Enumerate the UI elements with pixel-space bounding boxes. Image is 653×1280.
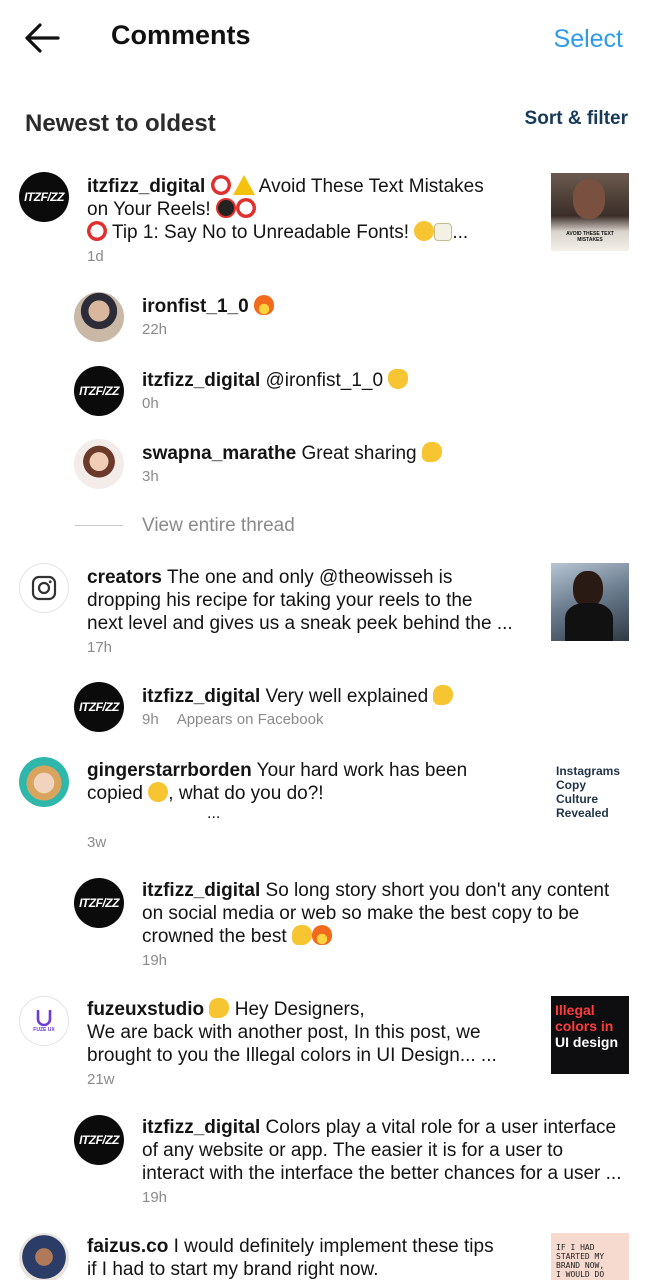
clap-icon bbox=[421, 442, 442, 462]
avatar[interactable] bbox=[19, 563, 69, 613]
no-entry-icon bbox=[235, 198, 256, 218]
comment-time: 0h bbox=[142, 395, 159, 412]
page-title: Comments bbox=[111, 20, 251, 50]
avatar[interactable]: ITZF/ZZ bbox=[19, 172, 69, 222]
reply[interactable]: swapna_marathe Great sharing 3h bbox=[0, 437, 653, 492]
post-thumbnail[interactable]: Illegal colors in UI design bbox=[551, 996, 629, 1074]
reply[interactable]: ITZF/ZZ itzfizz_digital Very well explai… bbox=[0, 680, 653, 735]
comment-body: itzfizz_digital Colors play a vital role… bbox=[142, 1117, 622, 1184]
comment[interactable]: ITZF/ZZ itzfizz_digital Avoid These Text… bbox=[0, 170, 653, 270]
comment-body: itzfizz_digital @ironfist_1_0 bbox=[142, 369, 409, 392]
comment[interactable]: creators The one and only @theowisseh is… bbox=[0, 560, 653, 660]
thumbnail-shirt bbox=[565, 603, 613, 641]
back-arrow-icon[interactable] bbox=[22, 20, 64, 56]
comment-username[interactable]: faizus.co bbox=[87, 1236, 168, 1257]
thumbnail-person bbox=[573, 571, 603, 607]
comment-username[interactable]: swapna_marathe bbox=[142, 443, 296, 464]
no-entry-icon bbox=[210, 175, 231, 195]
comment-username[interactable]: gingerstarrborden bbox=[87, 760, 252, 781]
comment-time: 3h bbox=[142, 468, 159, 485]
comment-time: 3w bbox=[87, 834, 107, 851]
reply[interactable]: ITZF/ZZ itzfizz_digital So long story sh… bbox=[0, 876, 653, 976]
comment-body: gingerstarrborden Your hard work has bee… bbox=[87, 759, 537, 823]
avatar[interactable]: ITZF/ZZ bbox=[74, 1115, 124, 1165]
sort-order-label: Newest to oldest bbox=[25, 110, 216, 137]
comment-username[interactable]: creators bbox=[87, 567, 162, 588]
reply[interactable]: ITZF/ZZ itzfizz_digital Colors play a vi… bbox=[0, 1113, 653, 1213]
comment-body: itzfizz_digital Very well explained bbox=[142, 685, 454, 708]
comment-username[interactable]: itzfizz_digital bbox=[142, 686, 260, 707]
comment-body: faizus.co I would definitely implement t… bbox=[87, 1236, 494, 1280]
comment-username[interactable]: itzfizz_digital bbox=[87, 176, 205, 197]
comment-username[interactable]: itzfizz_digital bbox=[142, 1117, 260, 1138]
avatar[interactable] bbox=[19, 757, 69, 807]
no-entry-icon bbox=[87, 221, 107, 241]
thumbnail-text: IF I HAD STARTED MY BRAND NOW, I WOULD D… bbox=[556, 1243, 605, 1279]
comment-time: 19h bbox=[142, 952, 168, 969]
post-thumbnail[interactable]: AVOID THESE TEXT MISTAKES bbox=[551, 173, 629, 251]
appears-on-facebook: Appears on Facebook bbox=[176, 711, 324, 728]
avatar[interactable]: ITZF/ZZ bbox=[74, 878, 124, 928]
comment-username[interactable]: ironfist_1_0 bbox=[142, 296, 249, 317]
confounded-face-icon bbox=[414, 221, 435, 241]
comment-body: ironfist_1_0 bbox=[142, 295, 274, 318]
comment-time: 1d bbox=[87, 248, 104, 265]
warning-icon bbox=[232, 175, 255, 195]
reply[interactable]: ITZF/ZZ itzfizz_digital @ironfist_1_0 0h bbox=[0, 364, 653, 419]
clap-icon bbox=[209, 998, 230, 1018]
avatar[interactable]: ITZF/ZZ bbox=[74, 366, 124, 416]
avatar[interactable] bbox=[74, 439, 124, 489]
thumbnail-text: Illegal colors in UI design bbox=[555, 1002, 619, 1050]
comment-time: 21w bbox=[87, 1071, 115, 1088]
thumbnail-face bbox=[573, 179, 605, 219]
comment[interactable]: gingerstarrborden Your hard work has bee… bbox=[0, 755, 653, 855]
top-bar: Comments Select bbox=[0, 0, 653, 78]
clap-icon bbox=[433, 685, 454, 705]
comment-time: 19h bbox=[142, 1189, 168, 1206]
fuze-logo-icon bbox=[36, 1009, 52, 1027]
comment[interactable]: faizus.co I would definitely implement t… bbox=[0, 1230, 653, 1280]
comment-ellipsis: ... bbox=[207, 805, 221, 822]
post-thumbnail[interactable]: IF I HAD STARTED MY BRAND NOW, I WOULD D… bbox=[551, 1233, 629, 1280]
thread-divider bbox=[75, 525, 123, 526]
post-thumbnail[interactable]: Instagrams Copy Culture Revealed bbox=[551, 758, 629, 836]
clap-icon bbox=[291, 925, 312, 945]
fire-icon bbox=[311, 925, 332, 945]
comment-username[interactable]: fuzeuxstudio bbox=[87, 999, 204, 1020]
avatar[interactable] bbox=[74, 292, 124, 342]
memo-icon bbox=[434, 223, 453, 241]
raised-hands-icon bbox=[388, 369, 409, 389]
comment-body: creators The one and only @theowisseh is… bbox=[87, 567, 513, 634]
comment-time: 9h Appears on Facebook bbox=[142, 711, 324, 728]
comment[interactable]: FUZE UX fuzeuxstudio Hey Designers, We a… bbox=[0, 993, 653, 1093]
thumbnail-text: Instagrams Copy Culture Revealed bbox=[556, 764, 621, 820]
fire-icon bbox=[253, 295, 274, 315]
comment-username[interactable]: itzfizz_digital bbox=[142, 880, 260, 901]
avatar[interactable]: ITZF/ZZ bbox=[74, 682, 124, 732]
comment-body: fuzeuxstudio Hey Designers, We are back … bbox=[87, 998, 497, 1066]
reply[interactable]: ironfist_1_0 22h bbox=[0, 290, 653, 345]
comment-body: swapna_marathe Great sharing bbox=[142, 442, 442, 465]
comment-body: itzfizz_digital Avoid These Text Mistake… bbox=[87, 175, 484, 243]
comment-username[interactable]: itzfizz_digital bbox=[142, 370, 260, 391]
thumbnail-caption: AVOID THESE TEXT MISTAKES bbox=[566, 231, 614, 243]
comment-body: itzfizz_digital So long story short you … bbox=[142, 880, 610, 947]
avatar[interactable]: FUZE UX bbox=[19, 996, 69, 1046]
select-button[interactable]: Select bbox=[554, 25, 623, 54]
sort-filter-button[interactable]: Sort & filter bbox=[525, 108, 628, 130]
weary-face-icon bbox=[148, 782, 169, 802]
comment-time: 17h bbox=[87, 639, 113, 656]
post-thumbnail[interactable] bbox=[551, 563, 629, 641]
avatar[interactable] bbox=[19, 1233, 69, 1280]
comment-time: 22h bbox=[142, 321, 168, 338]
view-thread-link[interactable]: View entire thread bbox=[142, 515, 295, 537]
sort-bar: Newest to oldest Sort & filter bbox=[0, 104, 653, 144]
instagram-icon bbox=[31, 575, 57, 601]
no-mobile-icon bbox=[215, 198, 236, 218]
